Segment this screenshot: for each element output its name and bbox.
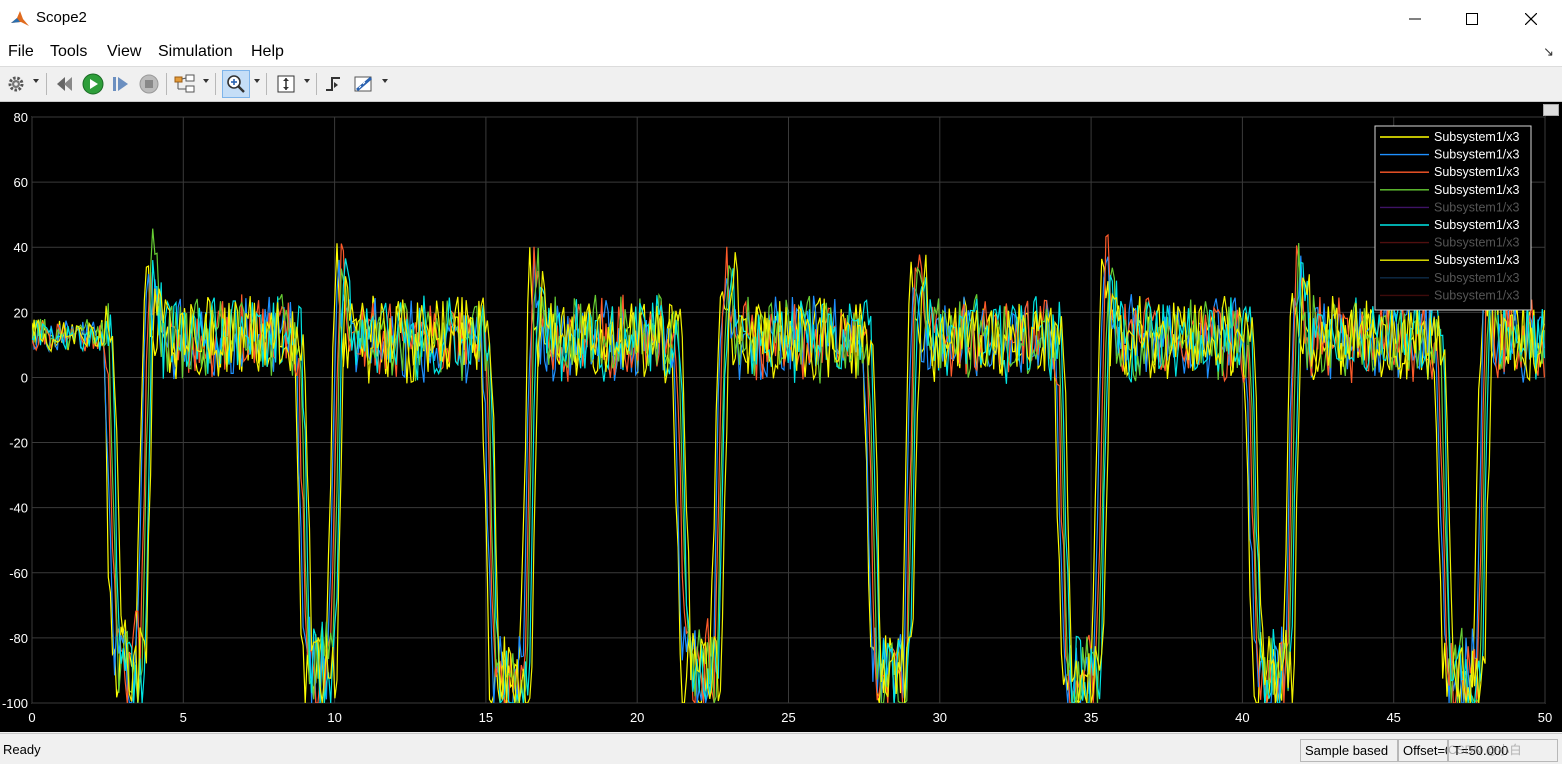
zoom-dropdown-icon[interactable]: [254, 79, 260, 83]
block-diagram-icon: [174, 74, 195, 93]
configuration-button[interactable]: [4, 72, 28, 96]
menu-view[interactable]: View: [107, 43, 141, 61]
status-bar: Ready Sample based Offset=0 T=50.000 CSD…: [0, 733, 1562, 764]
minimize-button[interactable]: [1386, 0, 1444, 38]
matlab-logo-icon: [11, 11, 29, 26]
toolbar-separator: [46, 73, 47, 95]
trigger-icon: [326, 77, 340, 91]
scope-plot[interactable]: 0 5 10 15 20 25 30 35 40 45 50 80 60 40 20 0 -20 -40 -60 -8…: [0, 102, 1562, 732]
status-ready-text: Ready: [3, 742, 41, 757]
y-tick-label: 0: [21, 370, 28, 385]
close-button[interactable]: [1502, 0, 1560, 38]
x-tick-label: 45: [1386, 710, 1400, 725]
window-title: Scope2: [36, 9, 87, 26]
measurement-icon: [354, 76, 372, 92]
menu-tools[interactable]: Tools: [50, 43, 87, 61]
toolbar: [0, 67, 1562, 102]
x-tick-label: 20: [630, 710, 644, 725]
x-tick-label: 35: [1084, 710, 1098, 725]
offset-indicator: Offset=0: [1398, 739, 1448, 762]
highlight-simulink-block-button[interactable]: [173, 72, 197, 96]
toolbar-separator: [316, 73, 317, 95]
x-tick-label: 25: [781, 710, 795, 725]
legend-entry[interactable]: Subsystem1/x3: [1434, 288, 1520, 302]
legend-entry[interactable]: Subsystem1/x3: [1434, 165, 1520, 179]
x-tick-label: 15: [479, 710, 493, 725]
x-tick-label: 50: [1538, 710, 1552, 725]
scale-dropdown-icon[interactable]: [304, 79, 310, 83]
x-tick-label: 0: [28, 710, 35, 725]
block-dropdown-icon[interactable]: [203, 79, 209, 83]
measurement-dropdown-icon[interactable]: [382, 79, 388, 83]
triggers-button[interactable]: [322, 72, 346, 96]
scale-axes-icon: [277, 75, 295, 93]
configuration-dropdown-icon[interactable]: [33, 79, 39, 83]
x-tick-label: 10: [327, 710, 341, 725]
y-tick-label: 20: [14, 305, 28, 320]
x-tick-label: 30: [933, 710, 947, 725]
y-tick-label: -60: [9, 566, 28, 581]
scale-axes-button[interactable]: [274, 72, 298, 96]
legend-entry[interactable]: Subsystem1/x3: [1434, 130, 1520, 144]
undock-icon[interactable]: [1543, 104, 1559, 116]
menu-file[interactable]: File: [8, 43, 34, 61]
minimize-icon: [1409, 18, 1421, 20]
legend-entry[interactable]: Subsystem1/x3: [1434, 271, 1520, 285]
x-tick-label: 40: [1235, 710, 1249, 725]
zoom-in-button[interactable]: [222, 70, 250, 98]
cursor-measurements-button[interactable]: [352, 72, 376, 96]
scope-display[interactable]: 0 5 10 15 20 25 30 35 40 45 50 80 60 40 20 0 -20 -40 -60 -8…: [0, 102, 1562, 732]
x-tick-label: 5: [180, 710, 187, 725]
toolbar-separator: [215, 73, 216, 95]
sample-based-indicator: Sample based: [1300, 739, 1398, 762]
dock-arrow-icon[interactable]: ↘: [1543, 44, 1554, 60]
y-tick-label: -80: [9, 631, 28, 646]
y-tick-label: -40: [9, 501, 28, 516]
menu-help[interactable]: Help: [251, 43, 284, 61]
zoom-in-icon: [227, 75, 245, 93]
stop-icon: [139, 74, 159, 94]
y-tick-label: -100: [2, 696, 28, 711]
watermark-text: CSDN @小白: [1448, 743, 1522, 757]
step-back-icon: [57, 77, 72, 91]
close-icon: [1525, 13, 1537, 25]
legend-entry[interactable]: Subsystem1/x3: [1434, 218, 1520, 232]
toolbar-separator: [166, 73, 167, 95]
menu-simulation[interactable]: Simulation: [158, 43, 233, 61]
gear-icon: [8, 76, 24, 92]
maximize-button[interactable]: [1443, 0, 1501, 38]
title-bar: Scope2: [0, 0, 1562, 38]
step-back-button[interactable]: [53, 72, 77, 96]
legend-entry[interactable]: Subsystem1/x3: [1434, 200, 1520, 214]
legend-entry[interactable]: Subsystem1/x3: [1434, 183, 1520, 197]
legend-entry[interactable]: Subsystem1/x3: [1434, 253, 1520, 267]
stop-button[interactable]: [137, 72, 161, 96]
legend-entry[interactable]: Subsystem1/x3: [1434, 148, 1520, 162]
y-tick-label: 60: [14, 175, 28, 190]
y-tick-label: 80: [14, 110, 28, 125]
step-forward-button[interactable]: [109, 72, 133, 96]
run-button[interactable]: [81, 72, 105, 96]
legend-entry[interactable]: Subsystem1/x3: [1434, 236, 1520, 250]
y-tick-label: 40: [14, 240, 28, 255]
toolbar-separator: [266, 73, 267, 95]
maximize-icon: [1466, 13, 1478, 25]
menu-bar: File Tools View Simulation Help ↘: [0, 38, 1562, 67]
play-icon: [82, 73, 104, 95]
step-forward-icon: [113, 77, 128, 91]
y-tick-label: -20: [9, 436, 28, 451]
